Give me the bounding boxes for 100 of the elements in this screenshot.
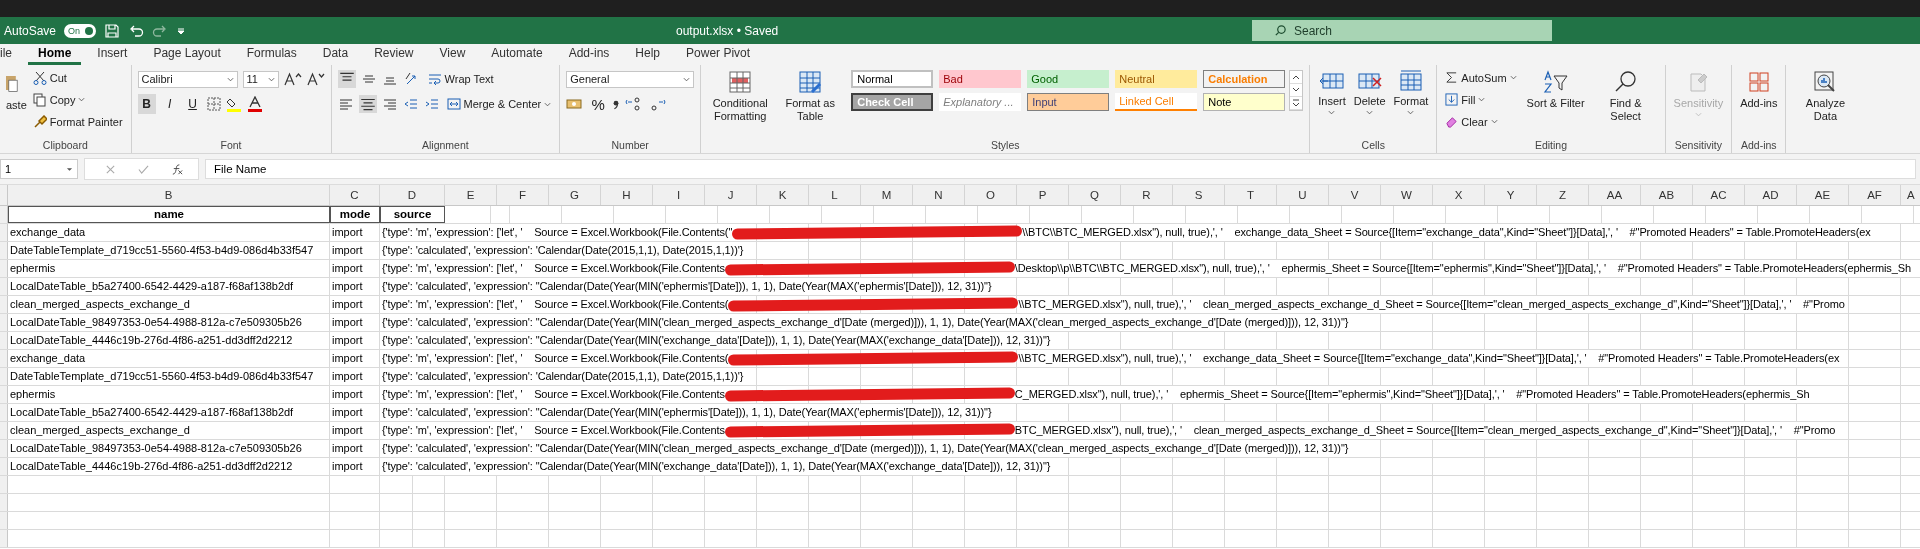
row-header[interactable] [0,458,8,475]
column-header[interactable]: AD [1745,185,1797,205]
insert-function-icon[interactable] [171,162,184,176]
column-header[interactable]: S [1173,185,1225,205]
row-header[interactable] [0,512,8,529]
format-painter-button[interactable]: Format Painter [30,112,125,131]
clear-button[interactable]: Clear [1443,112,1519,131]
column-header[interactable]: A [1901,185,1920,205]
column-header[interactable]: W [1381,185,1433,205]
cell-style-swatch[interactable]: Explanatory ... [939,93,1022,111]
align-right-icon[interactable] [381,96,398,112]
percent-button[interactable]: % [589,94,608,114]
paste-button[interactable]: aste [6,68,27,113]
row-header[interactable] [0,296,8,313]
column-header[interactable]: H [601,185,653,205]
row-header[interactable] [0,368,8,385]
cell-style-swatch[interactable]: Input [1027,93,1110,111]
column-header[interactable]: AB [1641,185,1693,205]
column-header[interactable]: I [653,185,705,205]
save-icon[interactable] [104,22,121,39]
column-header[interactable]: J [705,185,757,205]
ribbon-tab[interactable]: Help [625,44,671,65]
row-header[interactable] [0,332,8,349]
font-color-icon[interactable] [246,96,263,112]
column-header[interactable]: U [1277,185,1329,205]
row-header[interactable] [0,224,8,241]
column-header[interactable]: AC [1693,185,1745,205]
column-header[interactable]: F [497,185,549,205]
number-format-field[interactable]: General [566,70,695,88]
merge-center-button[interactable]: Merge & Center [444,94,554,114]
ribbon-tab[interactable]: Data [312,44,359,65]
ribbon-tab[interactable]: Insert [87,44,138,65]
column-header[interactable]: M [861,185,913,205]
cell-style-swatch[interactable]: Bad [939,70,1022,88]
decrease-indent-icon[interactable] [402,96,419,112]
more-icon[interactable] [1290,97,1303,110]
underline-button[interactable]: U [183,94,202,114]
column-header[interactable]: V [1329,185,1381,205]
name-box[interactable]: 1 [0,159,78,179]
row-header[interactable] [0,278,8,295]
align-center-icon[interactable] [358,95,377,113]
row-header[interactable] [0,530,8,547]
shrink-font-icon[interactable] [306,72,325,86]
row-header[interactable] [0,206,8,223]
ribbon-tab[interactable]: Page Layout [143,44,231,65]
column-header[interactable]: L [809,185,861,205]
ribbon-tab[interactable]: Power Pivot [676,44,761,65]
font-size-field[interactable]: 11 [242,70,279,88]
column-header[interactable]: P [1017,185,1069,205]
row-header[interactable] [0,440,8,457]
autosave-toggle[interactable]: On [64,23,97,38]
fill-button[interactable]: Fill [1443,90,1519,109]
column-header[interactable]: O [965,185,1017,205]
row-header[interactable] [0,314,8,331]
column-header[interactable]: T [1225,185,1277,205]
conditional-formatting-button[interactable]: Conditional Formatting [707,68,774,125]
enter-icon[interactable] [138,163,149,175]
row-header[interactable] [0,404,8,421]
formula-field[interactable]: File Name [205,159,1916,179]
column-header[interactable]: Q [1069,185,1121,205]
column-header[interactable]: G [549,185,601,205]
font-name-field[interactable]: Calibri [137,70,238,88]
row-header[interactable] [0,494,8,511]
copy-button[interactable]: Copy [30,90,125,109]
cancel-icon[interactable] [105,163,116,175]
row-header[interactable] [0,476,8,493]
column-header[interactable]: AA [1589,185,1641,205]
row-header[interactable] [0,260,8,277]
cell-style-swatch[interactable]: Good [1027,70,1110,88]
ribbon-tab[interactable]: Formulas [236,44,307,65]
column-header[interactable]: C [330,185,380,205]
ribbon-tab[interactable]: View [429,44,476,65]
column-header[interactable]: X [1433,185,1485,205]
row-header[interactable] [0,350,8,367]
column-header[interactable]: AE [1797,185,1849,205]
ribbon-tab[interactable]: Review [364,44,424,65]
column-header[interactable]: E [445,185,497,205]
cut-button[interactable]: Cut [30,68,125,87]
column-header[interactable]: B [8,185,330,205]
format-button[interactable]: Format [1391,68,1431,117]
cell-style-swatch[interactable]: Neutral [1115,70,1198,88]
column-header[interactable]: AF [1849,185,1901,205]
column-header[interactable]: N [913,185,965,205]
customize-icon[interactable] [176,25,187,36]
autosum-button[interactable]: AutoSum [1443,68,1519,87]
cell-style-swatch[interactable]: Note [1203,93,1286,111]
column-header[interactable]: K [757,185,809,205]
bold-button[interactable]: B [137,94,156,114]
add-ins-button[interactable]: Add-ins [1738,68,1780,111]
row-header[interactable] [0,422,8,439]
column-header[interactable]: R [1121,185,1173,205]
ribbon-tab[interactable]: Automate [481,44,553,65]
delete-button[interactable]: Delete [1351,68,1388,117]
grow-font-icon[interactable] [283,72,302,86]
analyze-data-button[interactable]: Analyze Data [1792,68,1859,125]
row-header[interactable] [0,386,8,403]
wrap-text-button[interactable]: Wrap Text [425,69,496,89]
align-top-icon[interactable] [337,70,356,88]
ribbon-tab[interactable]: ile [0,44,22,65]
currency-icon[interactable] [566,97,585,111]
